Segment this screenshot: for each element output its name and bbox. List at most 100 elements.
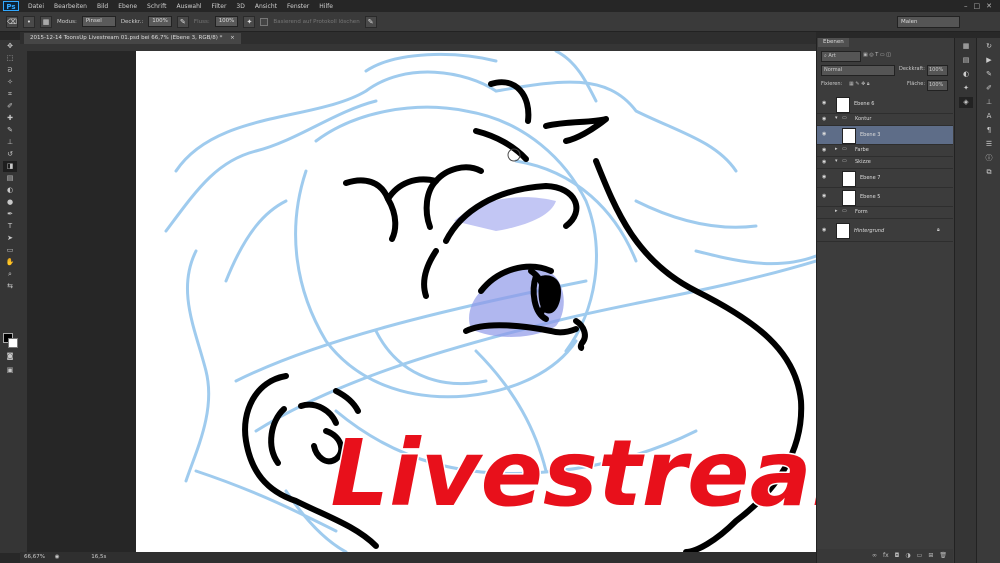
menu-datei[interactable]: Datei: [23, 3, 49, 10]
layer-row-background[interactable]: ◉ Hintergrund 🔒︎: [817, 221, 953, 242]
layer-opacity-field[interactable]: 100%: [927, 65, 948, 76]
menu-bild[interactable]: Bild: [92, 3, 113, 10]
menu-bearbeiten[interactable]: Bearbeiten: [49, 3, 92, 10]
paragraph-panel-icon[interactable]: ¶: [982, 125, 996, 136]
trash-icon[interactable]: 🗑︎: [939, 549, 947, 563]
tab-close-icon[interactable]: ×: [230, 35, 235, 41]
lock-icons[interactable]: ▦ ✎ ✥ 🔒︎: [849, 81, 870, 87]
visibility-eye-icon[interactable]: ◉: [822, 116, 826, 122]
blend-mode-select[interactable]: Normal: [821, 65, 895, 76]
brush-tool-icon[interactable]: ✎: [3, 125, 17, 136]
group-expand-icon[interactable]: ▸: [835, 208, 838, 214]
history-brush-icon[interactable]: ↺: [3, 149, 17, 160]
actions-panel-icon[interactable]: ▶: [982, 55, 996, 66]
fill-field[interactable]: 100%: [927, 80, 948, 91]
dodge-tool-icon[interactable]: ●: [3, 197, 17, 208]
quick-selection-tool-icon[interactable]: ✧: [3, 77, 17, 88]
shape-tool-icon[interactable]: ▭: [3, 245, 17, 256]
mode-select[interactable]: Pinsel: [81, 16, 116, 27]
menu-filter[interactable]: Filter: [207, 3, 232, 10]
properties-panel-icon[interactable]: ☰: [982, 139, 996, 150]
type-tool-icon[interactable]: T: [3, 221, 17, 232]
menu-fenster[interactable]: Fenster: [282, 3, 314, 10]
pressure-size-icon[interactable]: ✎: [364, 15, 377, 28]
opacity-field[interactable]: 100%: [148, 16, 172, 27]
menu-ansicht[interactable]: Ansicht: [250, 3, 282, 10]
link-icon[interactable]: ∞: [872, 549, 877, 563]
move-tool-icon[interactable]: ✥: [3, 41, 17, 52]
blur-tool-icon[interactable]: ◐: [3, 185, 17, 196]
close-button[interactable]: ✕: [986, 2, 992, 10]
clone-source-panel-icon[interactable]: ⊥: [982, 97, 996, 108]
history-checkbox[interactable]: [260, 17, 269, 26]
layer-row[interactable]: ◉ Ebene 5: [817, 188, 953, 207]
visibility-eye-icon[interactable]: ◉: [822, 100, 826, 106]
menu-ebene[interactable]: Ebene: [113, 3, 142, 10]
menu-3d[interactable]: 3D: [231, 3, 249, 10]
eraser-tool-icon[interactable]: ◨: [3, 161, 17, 172]
new-layer-icon[interactable]: ⊞: [928, 549, 933, 563]
document-tab[interactable]: 2015-12-14 ToonsUp Livestream 01.psd bei…: [24, 33, 241, 44]
background-color-swatch[interactable]: [8, 338, 18, 348]
folder-icon[interactable]: ▭: [917, 549, 923, 563]
fx-icon[interactable]: fx: [883, 549, 889, 563]
character-panel-icon[interactable]: A: [982, 111, 996, 122]
pen-tool-icon[interactable]: ✒: [3, 209, 17, 220]
layers-panel-tab[interactable]: Ebenen: [818, 38, 849, 47]
pressure-opacity-icon[interactable]: ✎: [176, 15, 189, 28]
airbrush-icon[interactable]: ✦: [243, 15, 256, 28]
lasso-tool-icon[interactable]: ᘐ: [3, 65, 17, 76]
brush-presets-panel-icon[interactable]: ✎: [982, 69, 996, 80]
group-expand-icon[interactable]: ▾: [835, 115, 838, 121]
zoom-level[interactable]: 66,67%: [24, 554, 45, 560]
brush-panel-icon[interactable]: ✐: [982, 83, 996, 94]
group-expand-icon[interactable]: ▾: [835, 158, 838, 164]
visibility-eye-icon[interactable]: ◉: [822, 193, 826, 199]
visibility-eye-icon[interactable]: ◉: [822, 227, 826, 233]
adjustments-panel-icon[interactable]: ◐: [959, 69, 973, 80]
healing-tool-icon[interactable]: ✚: [3, 113, 17, 124]
styles-panel-icon[interactable]: ✦: [959, 83, 973, 94]
menu-hilfe[interactable]: Hilfe: [314, 3, 338, 10]
swap-colors-icon[interactable]: ⇆: [3, 281, 17, 292]
menu-auswahl[interactable]: Auswahl: [171, 3, 206, 10]
visibility-eye-icon[interactable]: ◉: [822, 174, 826, 180]
layer-row[interactable]: ◉ Ebene 7: [817, 169, 953, 188]
brush-panel-icon[interactable]: ▦: [40, 15, 52, 28]
zoom-tool-icon[interactable]: ⌕: [3, 269, 17, 280]
marquee-tool-icon[interactable]: ⬚: [3, 53, 17, 64]
visibility-eye-icon[interactable]: ◉: [822, 147, 826, 153]
screen-mode-icon[interactable]: ▣: [3, 365, 17, 376]
layer-group-row[interactable]: ▸ ▭ Form: [817, 207, 953, 219]
layer-group-row[interactable]: ◉ ▸ ▭ Farbe: [817, 145, 953, 157]
crop-tool-icon[interactable]: ⌗: [3, 89, 17, 100]
layer-group-row[interactable]: ◉ ▾ ▭ Kontur: [817, 114, 953, 126]
filter-select[interactable]: ⌕ Art: [821, 51, 861, 62]
swatches-panel-icon[interactable]: ▤: [959, 55, 973, 66]
visibility-eye-icon[interactable]: ◉: [822, 159, 826, 165]
hand-tool-icon[interactable]: ✋: [3, 257, 17, 268]
path-selection-icon[interactable]: ➤: [3, 233, 17, 244]
workspace-select[interactable]: Malen: [897, 16, 960, 28]
flow-field[interactable]: 100%: [214, 16, 239, 27]
navigator-panel-icon[interactable]: ⧉: [982, 167, 996, 178]
minimize-button[interactable]: –: [964, 2, 968, 10]
info-panel-icon[interactable]: ⓘ: [982, 153, 996, 164]
eyedropper-tool-icon[interactable]: ✐: [3, 101, 17, 112]
maximize-button[interactable]: □: [974, 2, 981, 10]
brush-size-icon[interactable]: •: [23, 15, 35, 28]
layer-row-selected[interactable]: ◉ Ebene 3: [817, 126, 953, 145]
group-expand-icon[interactable]: ▸: [835, 146, 838, 152]
layers-panel-icon[interactable]: ◈: [959, 97, 973, 108]
eraser-tool-preset-icon[interactable]: ⌫: [6, 15, 18, 28]
quick-mask-icon[interactable]: ◙: [3, 351, 17, 362]
menu-schrift[interactable]: Schrift: [142, 3, 171, 10]
layer-group-row[interactable]: ◉ ▾ ▭ Skizze: [817, 157, 953, 169]
color-panel-icon[interactable]: ▦: [959, 41, 973, 52]
adjustment-icon[interactable]: ◑: [905, 549, 910, 563]
visibility-eye-icon[interactable]: ◉: [822, 131, 826, 137]
layer-row[interactable]: ◉ Ebene 6: [817, 95, 953, 114]
mask-icon[interactable]: ◘: [895, 549, 900, 563]
history-panel-icon[interactable]: ↻: [982, 41, 996, 52]
stamp-tool-icon[interactable]: ⊥: [3, 137, 17, 148]
